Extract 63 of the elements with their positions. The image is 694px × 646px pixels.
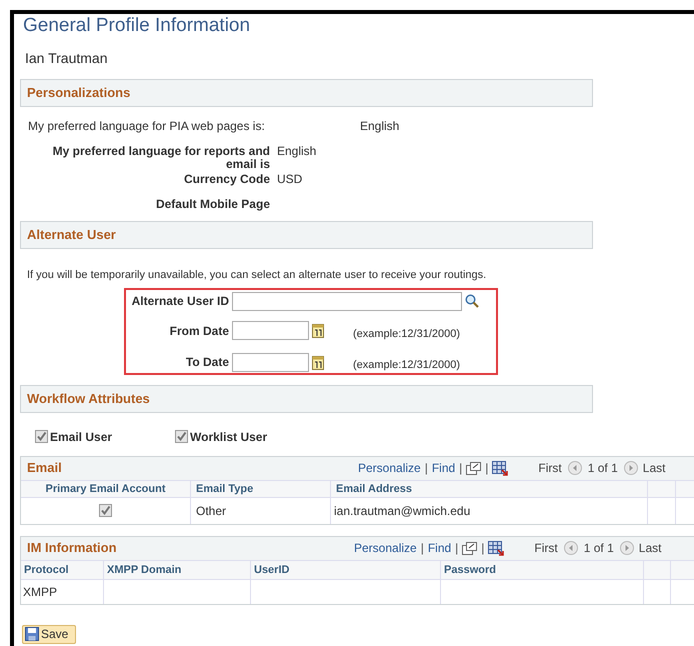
grid-link[interactable]: Find bbox=[432, 459, 456, 477]
calendar-icon[interactable] bbox=[312, 354, 324, 370]
field-value: English bbox=[360, 118, 400, 135]
table-cell: XMPP bbox=[21, 580, 104, 604]
date-field[interactable] bbox=[232, 321, 309, 340]
checkbox-label: Worklist User bbox=[190, 428, 268, 446]
field-value: English bbox=[277, 145, 318, 160]
field-label: Alternate User ID bbox=[130, 293, 230, 310]
grid-link[interactable]: Personalize bbox=[358, 459, 421, 477]
separator-text: | bbox=[485, 460, 488, 477]
pager-text: Last bbox=[638, 540, 662, 557]
new-window-icon[interactable] bbox=[462, 542, 478, 554]
pager-text: First bbox=[538, 460, 562, 477]
pager-text: First bbox=[534, 540, 558, 557]
page-title: General Profile Information bbox=[23, 14, 252, 38]
separator-text: | bbox=[420, 540, 424, 557]
section-title: Workflow Attributes bbox=[27, 390, 150, 408]
column-header: Protocol bbox=[21, 560, 104, 580]
hint-text: (example:12/31/2000) bbox=[353, 358, 460, 373]
grid-download-icon[interactable] bbox=[492, 460, 508, 476]
separator-text: | bbox=[424, 460, 428, 477]
grid-link[interactable]: Find bbox=[428, 539, 452, 557]
pager-count: 1 of 1 bbox=[588, 460, 618, 477]
instructions-text: If you will be temporarily unavailable, you can select an alternate user to receive your routings. bbox=[27, 268, 488, 283]
section-title: Alternate User bbox=[27, 226, 116, 244]
table-cell: ian.trautman@wmich.edu bbox=[331, 498, 648, 524]
save-button[interactable]: Save bbox=[22, 624, 76, 644]
column-header: UserID bbox=[251, 560, 441, 580]
grid-link[interactable]: Personalize bbox=[354, 539, 417, 557]
separator-text: | bbox=[455, 540, 458, 557]
pager-count: 1 of 1 bbox=[584, 540, 614, 557]
column-header: Email Type bbox=[191, 480, 331, 498]
date-field[interactable] bbox=[232, 352, 309, 372]
next-icon[interactable] bbox=[620, 541, 634, 555]
field-label: To Date bbox=[184, 354, 230, 372]
next-icon[interactable] bbox=[624, 461, 638, 475]
grid-title: Email bbox=[27, 459, 63, 478]
separator-text: | bbox=[459, 460, 462, 477]
grid-download-icon[interactable] bbox=[488, 540, 504, 556]
search-icon[interactable] bbox=[465, 294, 479, 308]
new-window-icon[interactable] bbox=[466, 462, 482, 474]
user-name: Ian Trautman bbox=[25, 49, 108, 68]
field-value: USD bbox=[277, 173, 304, 186]
column-header: XMPP Domain bbox=[104, 560, 251, 580]
field-label: My preferred language for reports and email is bbox=[52, 145, 270, 171]
previous-icon[interactable] bbox=[564, 541, 578, 555]
field-label: From Date bbox=[168, 322, 230, 340]
field-label: Default Mobile Page bbox=[154, 198, 270, 211]
input-field[interactable] bbox=[232, 292, 462, 310]
column-header: Primary Email Account bbox=[21, 480, 191, 498]
hint-text: (example:12/31/2000) bbox=[353, 326, 460, 342]
checkbox-label: Email User bbox=[50, 428, 112, 446]
field-label: My preferred language for PIA web pages is: bbox=[28, 118, 266, 135]
calendar-icon[interactable] bbox=[312, 323, 324, 338]
pager-text: Last bbox=[642, 460, 666, 477]
table-cell: Other bbox=[191, 498, 331, 524]
separator-text: | bbox=[481, 540, 484, 557]
field-label: Currency Code bbox=[182, 173, 270, 186]
column-header: Email Address bbox=[331, 480, 648, 498]
section-title: Personalizations bbox=[27, 84, 130, 102]
column-header: Password bbox=[441, 560, 644, 580]
previous-icon[interactable] bbox=[568, 461, 582, 475]
grid-title: IM Information bbox=[27, 539, 118, 558]
